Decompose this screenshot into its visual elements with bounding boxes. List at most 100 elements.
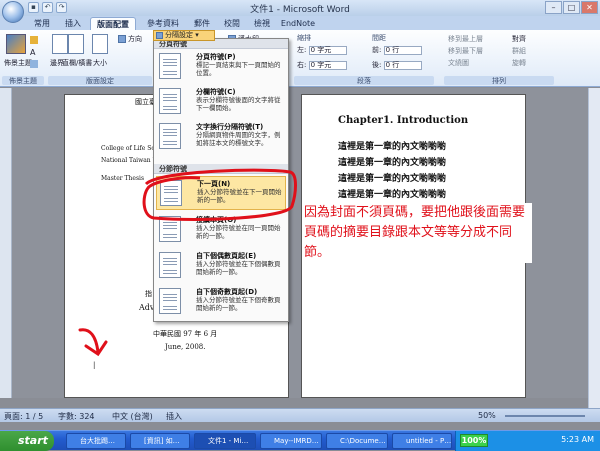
theme-effects-icon[interactable] <box>30 60 38 68</box>
undo-icon[interactable]: ↶ <box>42 2 53 13</box>
breaks-button[interactable]: 分隔設定 ▾ <box>153 30 215 41</box>
page-date-cn: 中華民國 97 年 6 月 <box>153 330 218 338</box>
page-line-3: Master Thesis <box>101 175 145 182</box>
task-item[interactable]: untitled - P… <box>392 433 452 449</box>
minimize-button[interactable]: – <box>545 1 562 14</box>
menu-item-text-wrapping-break[interactable]: 文字換行分隔符號(T) 分隔網頁物件周圍的文字，例如將註本文的標號文字。 <box>156 120 286 160</box>
size-icon[interactable] <box>92 34 108 54</box>
ribbon-tabs: 常用 插入 版面配置 參考資料 郵件 校閱 檢視 EndNote <box>0 16 600 30</box>
taskbar: start 台大批踢… [資訊] 如… 文件1 - Mi… May--IMRD…… <box>0 430 600 451</box>
size-button[interactable]: 大小 <box>93 58 107 68</box>
theme-colors-icon[interactable] <box>30 36 38 44</box>
tab-endnote[interactable]: EndNote <box>280 17 316 30</box>
align-button[interactable]: 對齊 <box>512 34 526 44</box>
save-icon[interactable]: ▪ <box>28 2 39 13</box>
title-bar: 文件1 - Microsoft Word ▪ ↶ ↷ – □ ✕ <box>0 0 600 16</box>
body-line-1: 這裡是第一章的內文喲喲喲 <box>338 142 447 152</box>
breaks-icon <box>156 31 163 39</box>
clock: 5:23 AM <box>561 435 594 444</box>
status-language[interactable]: 中文 (台灣) <box>112 411 153 422</box>
task-item[interactable]: 台大批踢… <box>66 433 126 449</box>
body-line-2: 這裡是第一章的內文喲喲喲 <box>338 158 447 168</box>
spacing-after: 後: 0 行 <box>372 60 422 70</box>
zoom-slider[interactable] <box>505 415 585 417</box>
ribbon: 佈景主題 A 佈景主題 邊界 直欄/橫書 大小 方向 版面設定 浮水印 縮排 左… <box>0 30 600 87</box>
group-label-themes: 佈景主題 <box>2 76 44 85</box>
send-back-button[interactable]: 移到最下層 <box>448 46 483 56</box>
group-button[interactable]: 群組 <box>512 46 526 56</box>
theme-fonts-icon[interactable]: A <box>30 48 35 57</box>
indent-title: 縮排 <box>297 34 311 42</box>
next-page-icon <box>160 180 182 206</box>
columns-button[interactable]: 直欄/橫書 <box>62 58 92 68</box>
page-date-en: June, 2008. <box>165 343 206 351</box>
status-bar: 頁面: 1 / 5 字數: 324 中文 (台灣) 插入 50% <box>0 408 600 422</box>
indent-left-field[interactable]: 0 字元 <box>308 45 347 55</box>
spacing-after-field[interactable]: 0 行 <box>383 60 422 70</box>
page-advisor-cn: 指 <box>145 290 152 298</box>
menu-item-next-page[interactable]: 下一頁(N) 插入分節符號並在下一頁開始新的一節。 <box>156 176 286 210</box>
quick-access-toolbar: ▪ ↶ ↷ <box>28 2 67 14</box>
menu-item-odd-page[interactable]: 自下個奇數頁起(D) 插入分節符號並在下個奇數頁開始新的一節。 <box>156 285 286 319</box>
spacing-before-field[interactable]: 0 行 <box>383 45 422 55</box>
status-words[interactable]: 字數: 324 <box>58 411 95 422</box>
window-title: 文件1 - Microsoft Word <box>250 5 350 15</box>
menu-section-section-breaks: 分節符號 <box>154 164 288 174</box>
battery-indicator[interactable]: 100% <box>460 434 488 447</box>
tab-insert[interactable]: 插入 <box>58 17 88 30</box>
themes-icon[interactable] <box>6 34 26 54</box>
menu-item-column-break[interactable]: 分欄符號(C) 表示分欄符號後面的文字將從下一欄開始。 <box>156 85 286 119</box>
tab-view[interactable]: 檢視 <box>248 17 276 30</box>
odd-page-icon <box>159 288 181 314</box>
group-label-paragraph: 段落 <box>294 76 434 85</box>
body-line-4: 這裡是第一章的內文喲喲喲 <box>338 190 447 200</box>
group-label-arrange: 排列 <box>444 76 554 85</box>
red-arrow-mark <box>78 328 108 357</box>
spacing-title: 間距 <box>372 34 386 42</box>
task-item[interactable]: [資訊] 如… <box>130 433 190 449</box>
page-break-icon <box>159 53 181 79</box>
themes-button[interactable]: 佈景主題 <box>4 58 32 68</box>
menu-item-continuous[interactable]: 接續本頁(O) 插入分節符號並在同一頁開始新的一節。 <box>156 213 286 247</box>
task-item[interactable]: C:\Docume… <box>326 433 388 449</box>
chapter-heading: Chapter1. Introduction <box>338 115 469 126</box>
tab-home[interactable]: 常用 <box>28 17 56 30</box>
start-button[interactable]: start <box>0 431 54 451</box>
close-button[interactable]: ✕ <box>581 1 598 14</box>
annotation-text: 因為封面不須頁碼，要把他跟後面需要頁碼的摘要目錄跟本文等等分成不同節。 <box>304 203 532 263</box>
status-zoom[interactable]: 50% <box>478 411 496 420</box>
rotate-button[interactable]: 旋轉 <box>512 58 526 68</box>
maximize-button[interactable]: □ <box>563 1 580 14</box>
vertical-ruler <box>0 88 12 398</box>
window-controls: – □ ✕ <box>545 1 598 14</box>
system-tray: 100% 5:23 AM <box>455 431 600 451</box>
text-wrap-button[interactable]: 文繞圖 <box>448 58 469 68</box>
orientation-button[interactable]: 方向 <box>118 34 142 44</box>
tab-references[interactable]: 參考資料 <box>140 17 186 30</box>
text-wrap-break-icon <box>159 123 181 149</box>
indent-right-field[interactable]: 0 字元 <box>308 60 347 70</box>
tab-review[interactable]: 校閱 <box>218 17 246 30</box>
status-page[interactable]: 頁面: 1 / 5 <box>4 411 43 422</box>
task-item-active[interactable]: 文件1 - Mi… <box>194 433 256 449</box>
menu-item-page-break[interactable]: 分頁符號(P) 標記一頁結束與下一頁開始的位置。 <box>156 50 286 84</box>
tab-mailings[interactable]: 郵件 <box>188 17 216 30</box>
columns-icon[interactable] <box>68 34 84 54</box>
status-insert-mode[interactable]: 插入 <box>166 411 182 422</box>
orientation-icon <box>118 35 126 43</box>
indent-left: 左: 0 字元 <box>297 45 347 55</box>
task-item[interactable]: May--IMRD… <box>260 433 322 449</box>
bring-front-button[interactable]: 移到最上層 <box>448 34 483 44</box>
margins-icon[interactable] <box>52 34 68 54</box>
tab-page-layout[interactable]: 版面配置 <box>90 17 136 30</box>
spacing-before: 前: 0 行 <box>372 45 422 55</box>
office-button[interactable] <box>2 1 24 23</box>
redo-icon[interactable]: ↷ <box>56 2 67 13</box>
continuous-icon <box>159 216 181 242</box>
body-line-3: 這裡是第一章的內文喲喲喲 <box>338 174 447 184</box>
column-break-icon <box>159 88 181 114</box>
group-label-page-setup: 版面設定 <box>48 76 152 85</box>
menu-item-even-page[interactable]: 自下個偶數頁起(E) 插入分節符號並在下個偶數頁開始新的一節。 <box>156 249 286 283</box>
even-page-icon <box>159 252 181 278</box>
vertical-scrollbar[interactable] <box>588 88 600 408</box>
